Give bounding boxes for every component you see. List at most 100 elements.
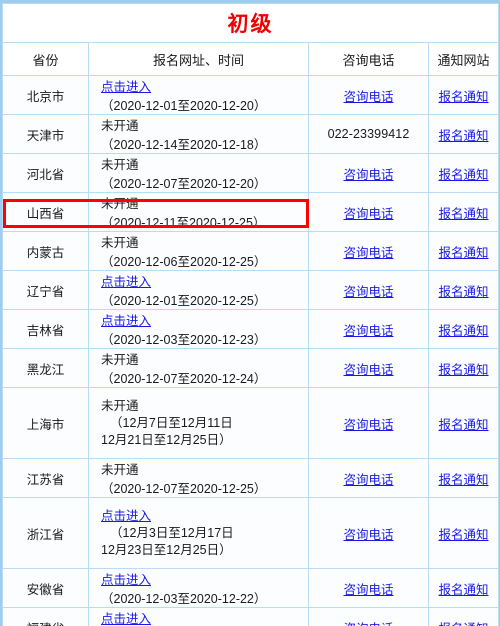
registration-link[interactable]: 点击进入 [101, 275, 151, 289]
province-name: 吉林省 [2, 309, 89, 349]
registration-link[interactable]: 点击进入 [101, 80, 151, 94]
registration-site-cell: 点击进入（2020-12-01至2020-12-25） [88, 270, 309, 310]
not-open-label: 未开通 [101, 353, 139, 367]
exam-registration-table: 初级 省份 报名网址、时间 咨询电话 通知网站 北京市 点击进入 （2020-12-… [0, 0, 500, 626]
registration-time-line-1: （12月3日至12月17日 [110, 525, 234, 540]
notice-cell: 报名通知 [428, 568, 499, 608]
site-line: 未开通 [101, 398, 308, 415]
registration-time: （2020-12-03至2020-12-22） [101, 592, 267, 606]
notice-link[interactable]: 报名通知 [438, 473, 488, 487]
registration-site-cell: 未开通 （12月7日至12月11日 12月21日至12月25日） [88, 387, 309, 459]
registration-link[interactable]: 点击进入 [101, 314, 151, 328]
phone-cell: 咨询电话 [308, 458, 429, 498]
province-name: 内蒙古 [2, 231, 89, 271]
registration-time: （2020-12-07至2020-12-24） [101, 372, 267, 386]
registration-time: （2020-12-11至2020-12-25） [101, 216, 266, 230]
column-header-province: 省份 [2, 42, 89, 76]
phone-link[interactable]: 咨询电话 [343, 285, 393, 299]
not-open-label: 未开通 [101, 463, 139, 477]
notice-link[interactable]: 报名通知 [438, 528, 488, 542]
table-header-row: 省份 报名网址、时间 咨询电话 通知网站 [2, 42, 499, 76]
province-name: 福建省 [2, 607, 89, 626]
page-root: 初 级 初级 省份 报名网址、时间 咨询电话 通知网站 北京市 [0, 0, 500, 626]
table-row: 内蒙古 未开通 （2020-12-06至2020-12-25） 咨询电话 报名通知 [2, 231, 499, 271]
province-name: 河北省 [2, 153, 89, 193]
registration-link[interactable]: 点击进入 [101, 509, 151, 523]
province-name: 黑龙江 [2, 348, 89, 388]
phone-cell: 咨询电话 [308, 348, 429, 388]
page-title-cell: 初级 [2, 3, 499, 43]
not-open-label: 未开通 [101, 158, 139, 172]
table-row: 辽宁省 点击进入 （2020-12-01至2020-12-25） 咨询电话 报名通知 [2, 270, 499, 310]
table-row: 上海市 未开通 （12月7日至12月11日 12月21日至12月25日） 咨询电话 报名通… [2, 387, 499, 459]
phone-cell: 咨询电话 [308, 75, 429, 115]
registration-site-cell: 未开通 （2020-12-06至2020-12-25） [88, 231, 309, 271]
registration-site-cell: 点击进入 （2020-12-03至2020-12-23） [88, 309, 309, 349]
province-name: 天津市 [2, 114, 89, 154]
phone-link[interactable]: 咨询电话 [343, 246, 393, 260]
province-name: 北京市 [2, 75, 89, 115]
phone-link[interactable]: 咨询电话 [343, 363, 393, 377]
province-name: 安徽省 [2, 568, 89, 608]
notice-link[interactable]: 报名通知 [438, 418, 488, 432]
registration-time: （2020-12-01至2020-12-20） [101, 99, 267, 113]
phone-link[interactable]: 咨询电话 [343, 622, 393, 626]
notice-cell: 报名通知 [428, 192, 499, 232]
notice-link[interactable]: 报名通知 [438, 285, 488, 299]
notice-cell: 报名通知 [428, 270, 499, 310]
table-row: 安徽省 点击进入 （2020-12-03至2020-12-22） 咨询电话 报名通知 [2, 568, 499, 608]
registration-site-cell: 未开通 （2020-12-07至2020-12-24） [88, 348, 309, 388]
table-row: 山西省 未开通 （2020-12-11至2020-12-25） 咨询电话 报名通知 [2, 192, 499, 232]
notice-link[interactable]: 报名通知 [438, 90, 488, 104]
registration-time: （2020-12-14至2020-12-18） [101, 138, 267, 152]
registration-link[interactable]: 点击进入 [101, 612, 151, 626]
province-name: 上海市 [2, 387, 89, 459]
phone-cell: 咨询电话 [308, 192, 429, 232]
notice-cell: 报名通知 [428, 114, 499, 154]
phone-link[interactable]: 咨询电话 [343, 583, 393, 597]
phone-cell: 022-23399412 [308, 114, 429, 154]
notice-link[interactable]: 报名通知 [438, 622, 488, 626]
phone-link[interactable]: 咨询电话 [343, 90, 393, 104]
not-open-label: 未开通 [101, 119, 139, 133]
notice-link[interactable]: 报名通知 [438, 583, 488, 597]
phone-cell: 咨询电话 [308, 231, 429, 271]
notice-link[interactable]: 报名通知 [438, 363, 488, 377]
province-name: 浙江省 [2, 497, 89, 569]
notice-cell: 报名通知 [428, 153, 499, 193]
phone-cell: 咨询电话 [308, 309, 429, 349]
notice-link[interactable]: 报名通知 [438, 129, 488, 143]
page-title: 初级 [227, 12, 274, 36]
not-open-label: 未开通 [101, 398, 139, 413]
table-row: 北京市 点击进入 （2020-12-01至2020-12-20） 咨询电话 报名通知 [2, 75, 499, 115]
notice-cell: 报名通知 [428, 348, 499, 388]
phone-link[interactable]: 咨询电话 [343, 168, 393, 182]
notice-cell: 报名通知 [428, 458, 499, 498]
registration-site-cell: 未开通 （2020-12-07至2020-12-25） [88, 458, 309, 498]
notice-cell: 报名通知 [428, 309, 499, 349]
registration-site-cell: 点击进入（2020-12-01至2020-12-25） [88, 607, 309, 626]
notice-link[interactable]: 报名通知 [438, 168, 488, 182]
phone-cell: 咨询电话 [308, 153, 429, 193]
column-header-site-time: 报名网址、时间 [88, 42, 309, 76]
phone-cell: 咨询电话 [308, 387, 429, 459]
registration-link[interactable]: 点击进入 [101, 573, 151, 587]
province-name: 山西省 [2, 192, 89, 232]
table-row: 福建省点击进入（2020-12-01至2020-12-25） 咨询电话 报名通知 [2, 607, 499, 626]
phone-link[interactable]: 咨询电话 [343, 418, 393, 432]
phone-link[interactable]: 咨询电话 [343, 324, 393, 338]
phone-link[interactable]: 咨询电话 [343, 473, 393, 487]
registration-time: （2020-12-03至2020-12-23） [101, 333, 267, 347]
registration-time: （2020-12-06至2020-12-25） [101, 255, 267, 269]
notice-link[interactable]: 报名通知 [438, 324, 488, 338]
site-line: 点击进入 [101, 508, 308, 525]
notice-link[interactable]: 报名通知 [438, 246, 488, 260]
registration-site-cell: 点击进入 （2020-12-03至2020-12-22） [88, 568, 309, 608]
phone-cell: 咨询电话 [308, 607, 429, 626]
phone-link[interactable]: 咨询电话 [343, 207, 393, 221]
table-row: 浙江省 点击进入 （12月3日至12月17日 12月23日至12月25日） 咨询电话 报名… [2, 497, 499, 569]
notice-cell: 报名通知 [428, 75, 499, 115]
phone-link[interactable]: 咨询电话 [343, 528, 393, 542]
notice-link[interactable]: 报名通知 [438, 207, 488, 221]
province-name: 辽宁省 [2, 270, 89, 310]
